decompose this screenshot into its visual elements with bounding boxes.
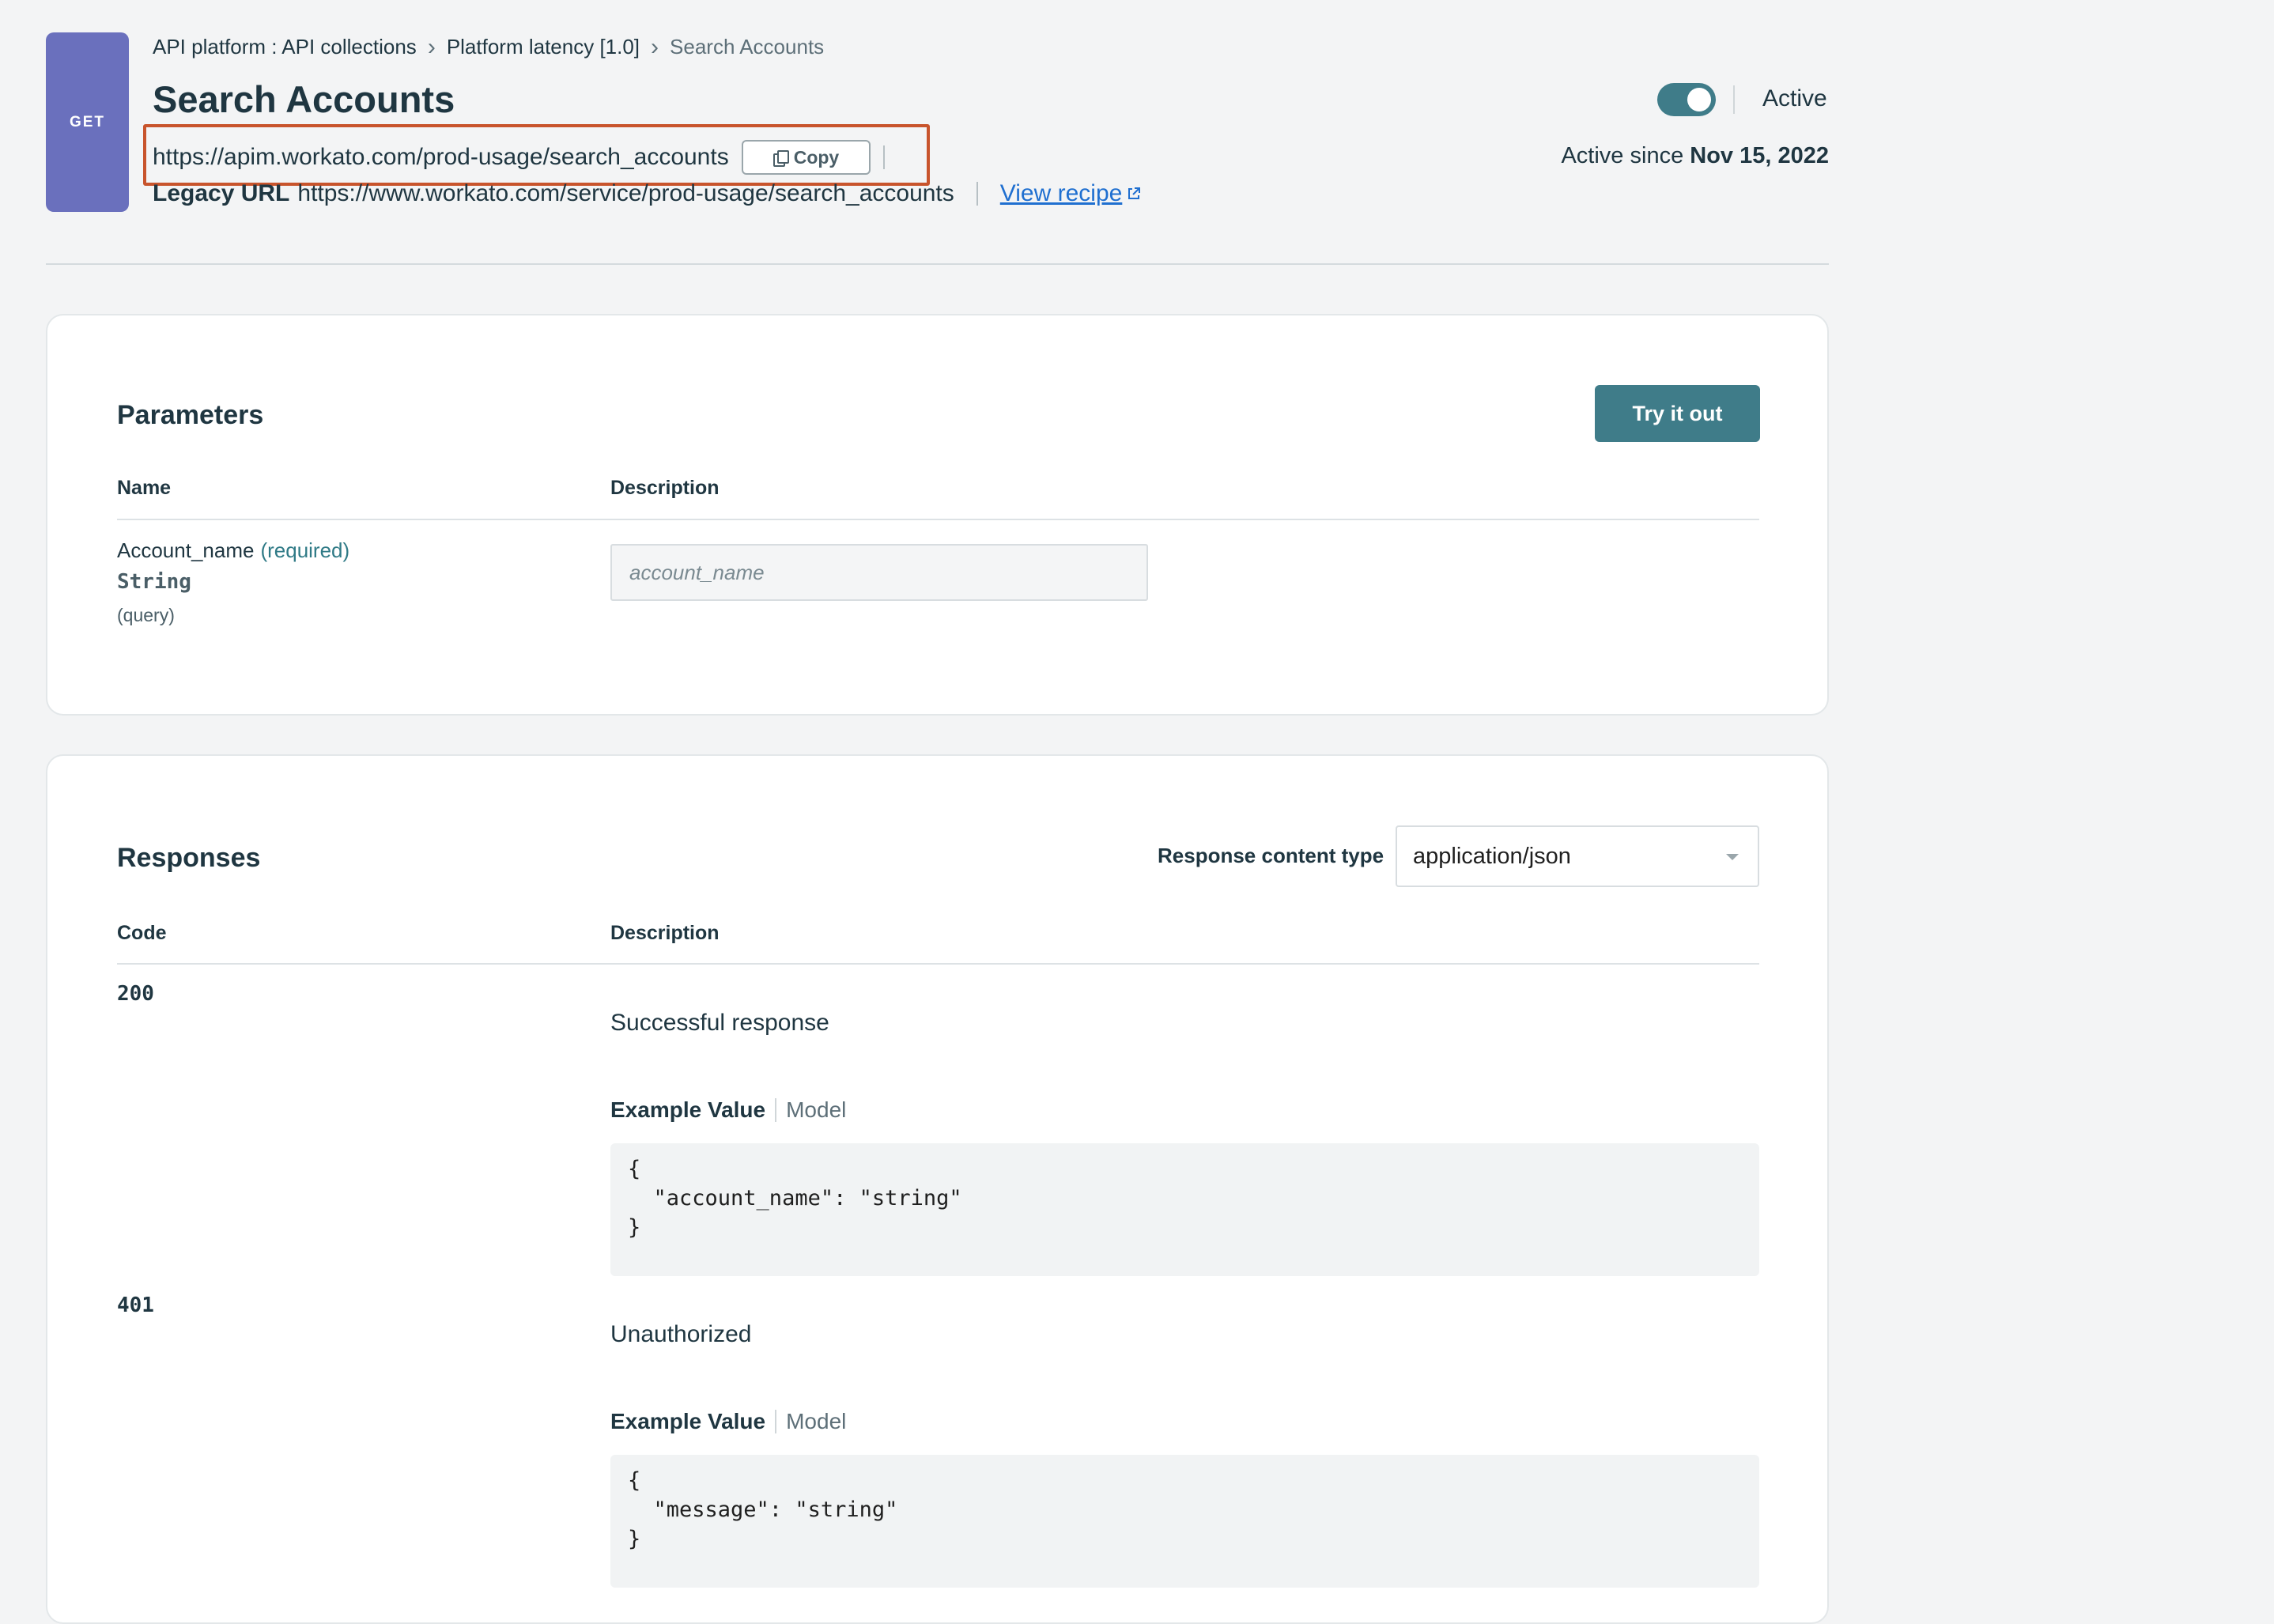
legacy-url-row: Legacy URL https://www.workato.com/servi… xyxy=(153,180,1141,207)
active-since-date: Nov 15, 2022 xyxy=(1690,143,1829,168)
active-since-prefix: Active since xyxy=(1561,143,1684,168)
breadcrumb: API platform : API collections › Platfor… xyxy=(153,35,824,59)
active-toggle[interactable] xyxy=(1657,83,1716,116)
legacy-url: https://www.workato.com/service/prod-usa… xyxy=(297,180,954,206)
response-content-type-value: application/json xyxy=(1413,843,1571,869)
column-header-code: Code xyxy=(117,922,167,944)
divider xyxy=(1733,85,1735,114)
param-type: String xyxy=(117,570,191,594)
endpoint-url: https://apim.workato.com/prod-usage/sear… xyxy=(153,144,729,170)
external-link-icon xyxy=(1128,187,1141,199)
column-header-description: Description xyxy=(610,477,720,499)
header-divider xyxy=(46,263,1829,265)
response-code: 401 xyxy=(117,1294,154,1317)
response-code: 200 xyxy=(117,982,154,1006)
example-value-tab[interactable]: Example Value xyxy=(610,1409,765,1434)
column-header-name: Name xyxy=(117,477,172,499)
page-title: Search Accounts xyxy=(153,78,455,120)
copy-icon xyxy=(772,150,789,167)
divider xyxy=(775,1410,777,1433)
http-method-badge: GET xyxy=(46,32,129,212)
example-code-block: { "account_name": "string" } xyxy=(610,1143,1759,1276)
model-tab[interactable]: Model xyxy=(786,1409,846,1434)
breadcrumb-item-collection[interactable]: Platform latency [1.0] xyxy=(447,35,640,59)
legacy-url-label: Legacy URL xyxy=(153,180,290,206)
parameters-card: Parameters Try it out Name Description A… xyxy=(46,314,1829,716)
try-it-out-button[interactable]: Try it out xyxy=(1595,385,1760,442)
copy-button-label: Copy xyxy=(793,146,840,168)
breadcrumb-item-current: Search Accounts xyxy=(670,35,825,59)
divider xyxy=(883,145,886,169)
divider xyxy=(775,1098,777,1122)
active-since: Active since Nov 15, 2022 xyxy=(1561,143,1829,169)
table-divider xyxy=(117,963,1759,965)
param-name-text: Account_name xyxy=(117,538,255,562)
responses-title: Responses xyxy=(117,843,261,873)
responses-card: Responses Response content type applicat… xyxy=(46,754,1829,1624)
param-name: Account_name (required) xyxy=(117,538,349,563)
example-code-block: { "message": "string" } xyxy=(610,1455,1759,1588)
response-content-type-label: Response content type xyxy=(1158,844,1384,867)
column-header-description: Description xyxy=(610,922,720,944)
param-required: (required) xyxy=(260,538,350,562)
copy-button[interactable]: Copy xyxy=(741,140,871,175)
response-content-type-select[interactable]: application/json xyxy=(1396,825,1759,887)
parameters-title: Parameters xyxy=(117,400,264,430)
caret-down-icon xyxy=(1726,854,1739,860)
example-tabs: Example Value Model xyxy=(610,1409,846,1434)
breadcrumb-item-collections[interactable]: API platform : API collections xyxy=(153,35,417,59)
chevron-right-icon: › xyxy=(651,33,659,60)
divider xyxy=(976,182,978,206)
model-tab[interactable]: Model xyxy=(786,1097,846,1123)
status-label: Active xyxy=(1762,85,1827,111)
chevron-right-icon: › xyxy=(427,33,436,60)
response-description: Successful response xyxy=(610,1010,829,1036)
endpoint-url-row: https://apim.workato.com/prod-usage/sear… xyxy=(153,140,886,175)
example-tabs: Example Value Model xyxy=(610,1097,846,1123)
view-recipe-link[interactable]: View recipe xyxy=(1000,180,1142,207)
table-divider xyxy=(117,519,1759,520)
response-description: Unauthorized xyxy=(610,1321,752,1347)
view-recipe-label: View recipe xyxy=(999,180,1123,206)
param-location: (query) xyxy=(117,605,175,625)
example-value-tab[interactable]: Example Value xyxy=(610,1097,765,1123)
account-name-input[interactable] xyxy=(610,544,1148,601)
